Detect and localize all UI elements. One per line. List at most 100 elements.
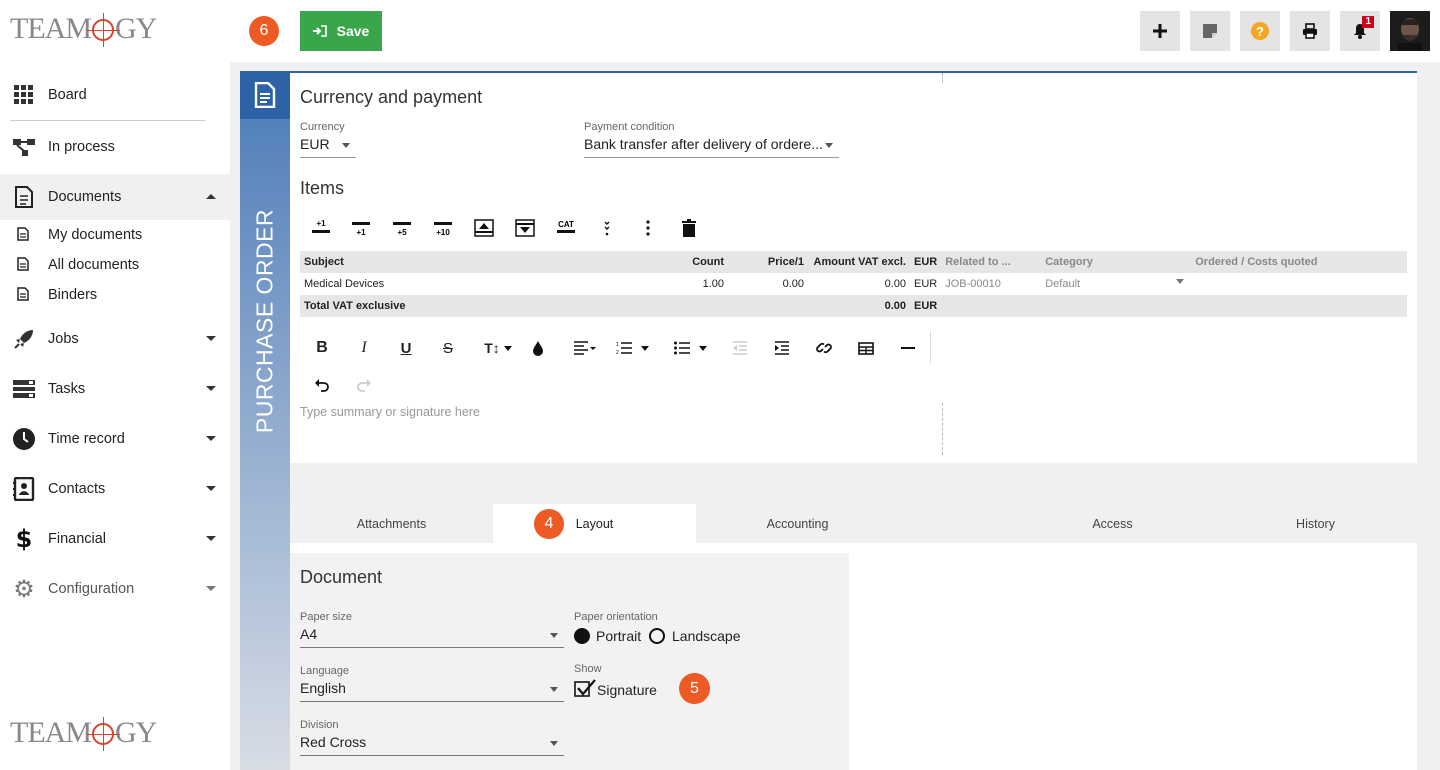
- tab-history[interactable]: History: [1214, 504, 1417, 544]
- sidebar-item-label: Time record: [48, 431, 125, 447]
- column-header-ordered: Ordered / Costs quoted: [1195, 256, 1318, 268]
- chevron-down-icon[interactable]: [206, 436, 216, 441]
- trash-icon: [682, 219, 696, 237]
- chevron-down-icon[interactable]: [206, 536, 216, 541]
- sidebar-item-board[interactable]: Board: [0, 72, 230, 118]
- italic-button[interactable]: I: [350, 335, 378, 361]
- svg-text:+1: +1: [356, 228, 366, 237]
- sidebar-item-tasks[interactable]: Tasks: [0, 366, 230, 412]
- note-button[interactable]: [1190, 11, 1230, 51]
- strikethrough-button[interactable]: S: [434, 335, 462, 361]
- undo-button[interactable]: [308, 373, 336, 399]
- column-header-related: Related to ...: [945, 256, 1011, 268]
- expand-options-button[interactable]: [594, 215, 620, 241]
- signature-checkbox[interactable]: [574, 679, 596, 697]
- bullet-list-button[interactable]: [668, 335, 696, 361]
- chevron-down-icon[interactable]: [206, 336, 216, 341]
- more-vert-icon: [646, 220, 650, 236]
- sidebar-item-financial[interactable]: $ Financial: [0, 516, 230, 562]
- catalog-button[interactable]: CAT: [553, 215, 579, 241]
- payment-condition-value: Bank transfer after delivery of ordere..…: [584, 136, 823, 152]
- outdent-button[interactable]: [726, 335, 754, 361]
- color-button[interactable]: [524, 335, 552, 361]
- cell-category[interactable]: Default: [1041, 273, 1191, 295]
- move-row-down-button[interactable]: [512, 215, 538, 241]
- undo-icon: [315, 379, 329, 392]
- tab-accounting[interactable]: Accounting: [696, 504, 899, 544]
- underline-icon: U: [400, 339, 412, 357]
- table-row[interactable]: Medical Devices 1.00 0.00 0.00 EUR JOB-0…: [300, 273, 1407, 295]
- move-row-up-button[interactable]: [471, 215, 497, 241]
- save-button[interactable]: Save: [300, 11, 382, 51]
- avatar[interactable]: [1390, 11, 1430, 51]
- ordered-list-options-button[interactable]: [638, 335, 652, 361]
- sidebar-subitem-my-documents[interactable]: My documents: [0, 220, 230, 250]
- table-button[interactable]: [852, 335, 880, 361]
- notifications-button[interactable]: 1: [1340, 11, 1380, 51]
- cell-related[interactable]: JOB-00010: [941, 273, 1041, 295]
- cell-ordered[interactable]: [1191, 273, 1407, 295]
- chevron-down-icon[interactable]: [206, 386, 216, 391]
- landscape-label: Landscape: [672, 628, 741, 644]
- currency-value: EUR: [300, 136, 330, 152]
- sidebar-item-contacts[interactable]: Contacts: [0, 466, 230, 512]
- help-icon: ?: [1251, 22, 1269, 40]
- sidebar-item-jobs[interactable]: Jobs: [0, 316, 230, 362]
- help-button[interactable]: ?: [1240, 11, 1280, 51]
- document-icon[interactable]: [240, 71, 290, 119]
- sidebar-item-configuration[interactable]: ⚙ Configuration: [0, 566, 230, 612]
- horizontal-rule-button[interactable]: [894, 335, 922, 361]
- add-1-row-button[interactable]: +1: [308, 215, 334, 241]
- add-10-rows-button[interactable]: +10: [430, 215, 456, 241]
- summary-editor[interactable]: Type summary or signature here: [300, 405, 480, 419]
- paper-size-select[interactable]: A4: [300, 626, 564, 648]
- ordered-list-button[interactable]: 12: [610, 335, 638, 361]
- print-button[interactable]: [1290, 11, 1330, 51]
- add-5-rows-button[interactable]: +5: [389, 215, 415, 241]
- chevron-down-icon[interactable]: [206, 586, 216, 591]
- language-value: English: [300, 680, 346, 696]
- chevron-down-icon[interactable]: [206, 486, 216, 491]
- svg-text:+10: +10: [436, 228, 450, 237]
- payment-condition-label: Payment condition: [584, 121, 675, 133]
- notification-count: 1: [1362, 16, 1374, 28]
- sidebar-subitem-binders[interactable]: Binders: [0, 280, 230, 310]
- link-button[interactable]: [810, 335, 838, 361]
- indent-button[interactable]: [768, 335, 796, 361]
- tab-access[interactable]: Access: [1011, 504, 1214, 544]
- payment-condition-select[interactable]: Bank transfer after delivery of ordere..…: [584, 136, 839, 158]
- tab-attachments[interactable]: Attachments: [290, 504, 493, 544]
- tab-layout[interactable]: Layout: [493, 504, 696, 544]
- font-size-button[interactable]: T↕: [480, 335, 516, 361]
- align-button[interactable]: [568, 335, 602, 361]
- cell-price[interactable]: 0.00: [728, 273, 808, 295]
- catalog-icon: CAT: [557, 220, 575, 233]
- division-select[interactable]: Red Cross: [300, 734, 564, 756]
- language-select[interactable]: English: [300, 680, 564, 702]
- category-value: Default: [1045, 278, 1081, 290]
- bullet-list-options-button[interactable]: [696, 335, 710, 361]
- cell-subject[interactable]: Medical Devices: [300, 273, 670, 295]
- redo-button[interactable]: [350, 373, 378, 399]
- add-button[interactable]: [1140, 11, 1180, 51]
- dropdown-arrow-icon: [550, 741, 558, 746]
- sidebar-item-documents[interactable]: Documents: [0, 174, 230, 220]
- currency-select[interactable]: EUR: [300, 136, 356, 158]
- landscape-radio[interactable]: [649, 628, 665, 644]
- more-options-button[interactable]: [635, 215, 661, 241]
- column-header-currency: EUR: [914, 256, 938, 268]
- cell-currency: EUR: [914, 278, 938, 290]
- portrait-radio[interactable]: [574, 628, 590, 644]
- teamogy-logo[interactable]: TEAM GY: [10, 12, 157, 47]
- sidebar-item-time-record[interactable]: Time record: [0, 416, 230, 462]
- sidebar-subitem-all-documents[interactable]: All documents: [0, 250, 230, 280]
- cell-count[interactable]: 1.00: [670, 273, 728, 295]
- delete-row-button[interactable]: [676, 215, 702, 241]
- chevron-up-icon[interactable]: [206, 194, 216, 199]
- bold-button[interactable]: B: [308, 335, 336, 361]
- paper-size-value: A4: [300, 626, 318, 642]
- underline-button[interactable]: U: [392, 335, 420, 361]
- add-1-row-below-button[interactable]: +1: [348, 215, 374, 241]
- document-settings-panel: Document Paper size A4 Language English …: [290, 553, 849, 770]
- sidebar-item-in-process[interactable]: In process: [0, 124, 230, 170]
